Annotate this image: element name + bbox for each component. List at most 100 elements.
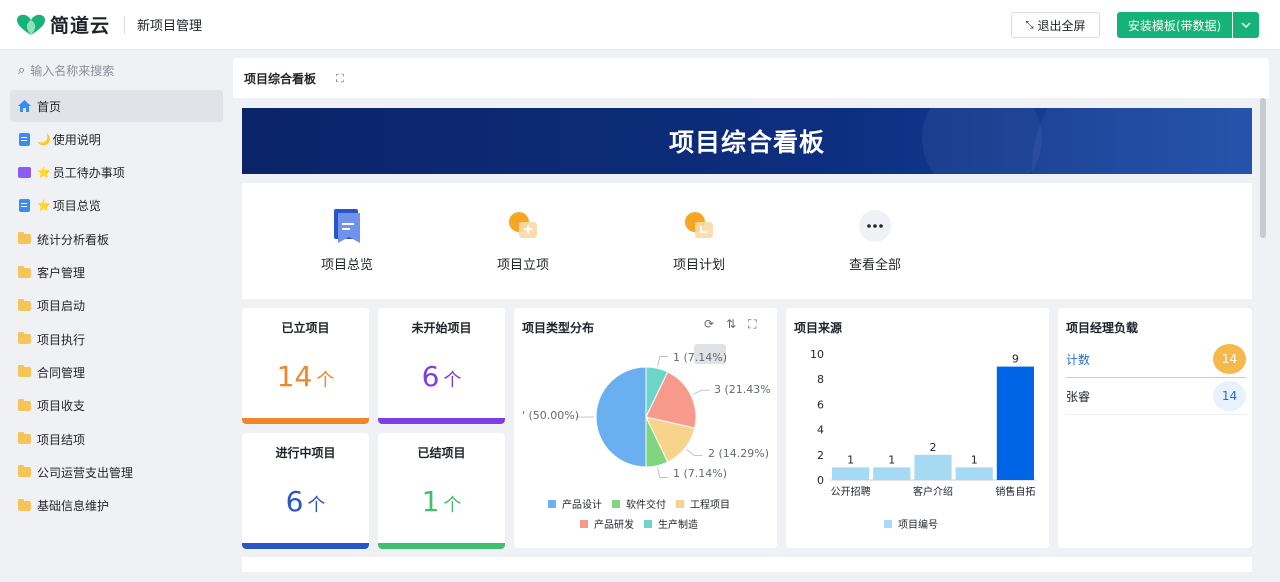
legend-item[interactable]: 软件交付 — [612, 496, 666, 511]
sidebar-item[interactable]: ⭐ 项目总览 — [10, 190, 223, 222]
bar[interactable] — [832, 467, 870, 480]
chevron-down-icon — [1241, 22, 1251, 28]
bar[interactable] — [996, 366, 1034, 480]
sidebar: ⌕ 输入名称来搜索 首页 🌙 使用说明 ⭐ 员工待办事项 ⭐ 项目总览 统计分析看板 客户管理项… — [0, 51, 233, 582]
doc-icon — [17, 132, 31, 146]
sidebar-item[interactable]: 🌙 使用说明 — [10, 123, 223, 155]
fullscreen-icon[interactable]: ⛶ — [336, 72, 344, 86]
shortcut-project-overview[interactable]: 项目总览 — [297, 208, 397, 273]
y-tick-label: 6 — [817, 398, 824, 411]
x-tick-label: 销售自拓 — [995, 485, 1035, 498]
manager-count-badge: 14 — [1213, 381, 1246, 411]
initiation-icon — [505, 208, 541, 244]
stat-card-in-progress[interactable]: 进行中项目 6个 — [242, 433, 369, 549]
dashboard-scrollbar[interactable] — [1260, 98, 1266, 238]
brand-logo[interactable]: 简道云 — [16, 11, 110, 38]
stat-title: 已立项目 — [281, 321, 330, 335]
sidebar-item[interactable]: 客户管理 — [10, 257, 223, 289]
header-divider — [124, 15, 126, 34]
banner-decoration — [1032, 108, 1252, 174]
pie-legend: 产品研发 生产制造 — [580, 516, 708, 531]
legend-item[interactable]: 项目编号 — [884, 516, 938, 531]
y-tick-label: 0 — [817, 474, 824, 487]
sidebar-search[interactable]: ⌕ 输入名称来搜索 — [18, 61, 114, 79]
stat-number: 1 — [421, 485, 440, 518]
pie-label: 3 (21.43% — [714, 383, 771, 396]
shortcut-view-all[interactable]: 查看全部 — [825, 208, 925, 273]
y-tick-label: 4 — [817, 424, 824, 437]
exit-fullscreen-button[interactable]: ⤡ 退出全屏 — [1011, 12, 1100, 38]
legend-item[interactable]: 产品设计 — [548, 496, 602, 511]
stat-title: 进行中项目 — [275, 446, 336, 460]
manager-name: 张睿 — [1066, 389, 1091, 404]
card-title: 项目经理负载 — [1066, 321, 1139, 335]
app-title: 新项目管理 — [137, 19, 203, 34]
legend-item[interactable]: 产品研发 — [580, 516, 634, 531]
plan-icon — [681, 208, 717, 244]
shortcut-project-initiation[interactable]: 项目立项 — [473, 208, 573, 273]
sidebar-item[interactable]: 项目结项 — [10, 423, 223, 455]
legend-label: 产品设计 — [562, 500, 602, 511]
legend-swatch — [644, 519, 652, 528]
install-template-label: 安装模板(带数据) — [1127, 18, 1222, 33]
pie-leader-line — [657, 356, 668, 367]
bar[interactable] — [914, 454, 952, 480]
top-bar: 简道云 新项目管理 ⤡ 退出全屏 安装模板(带数据) — [0, 0, 1280, 50]
sidebar-item[interactable]: 项目启动 — [10, 290, 223, 322]
sidebar-item-label: 项目执行 — [37, 332, 86, 347]
sidebar-item[interactable]: 统计分析看板 — [10, 223, 223, 255]
bar[interactable] — [955, 467, 993, 480]
install-template-dropdown[interactable] — [1233, 12, 1259, 38]
stat-number: 6 — [285, 485, 304, 518]
sidebar-item-label: 项目收支 — [37, 399, 86, 414]
pie-leader-line — [686, 449, 703, 457]
sidebar-item-label: 客户管理 — [37, 266, 86, 280]
sidebar-item-label: 项目总览 — [52, 199, 101, 214]
sidebar-item[interactable]: 项目收支 — [10, 390, 223, 422]
pie-leader-line — [692, 389, 710, 395]
star-icon: ⭐ — [37, 199, 51, 213]
legend-item[interactable]: 生产制造 — [644, 516, 698, 531]
pie-slice[interactable] — [595, 366, 647, 468]
dashboard-panel: 项目综合看板 ⛶ 项目综合看板 项目总览 项目立项 项目计划 查看全部 已立项目… — [233, 58, 1269, 572]
install-template-button[interactable]: 安装模板(带数据) — [1117, 12, 1232, 38]
project-source-chart-card: 项目来源 0 2 4 6 8 10 1 公开招聘 1 2 客户介绍 1 9 销售自拓 项目编号 — [786, 308, 1049, 548]
brand-logo-icon — [17, 14, 45, 35]
bar-legend: 项目编号 — [884, 516, 948, 531]
pie-leader-line — [657, 467, 668, 478]
legend-label: 工程项目 — [690, 500, 730, 511]
shortcut-label: 查看全部 — [848, 258, 901, 273]
collapse-icon: ⤡ — [1025, 19, 1034, 31]
folder-icon — [17, 465, 31, 479]
folder-icon — [17, 398, 31, 413]
sidebar-item[interactable]: 基础信息维护 — [10, 490, 223, 522]
exit-fullscreen-label: 退出全屏 — [1037, 18, 1086, 33]
legend-label: 项目编号 — [898, 520, 938, 531]
manager-row[interactable]: 计数 14 — [1066, 341, 1246, 378]
banner-title: 项目综合看板 — [668, 128, 825, 157]
sidebar-item[interactable]: 首页 — [10, 90, 223, 122]
search-input[interactable]: 输入名称来搜索 — [30, 62, 114, 79]
shortcut-panel: 项目总览 项目立项 项目计划 查看全部 — [242, 183, 1252, 299]
bar[interactable] — [873, 467, 911, 480]
y-tick-label: 8 — [817, 373, 824, 386]
sidebar-item[interactable]: 公司运营支出管理 — [10, 456, 223, 488]
folder-icon — [17, 432, 31, 446]
stat-card-established[interactable]: 已立项目 14 个 — [242, 308, 369, 424]
stat-card-closed[interactable]: 已结项目 1个 — [378, 433, 505, 549]
legend-item[interactable]: 工程项目 — [676, 496, 730, 511]
shortcut-project-plan[interactable]: 项目计划 — [649, 208, 749, 273]
stat-unit: 个 — [443, 495, 462, 516]
sidebar-item[interactable]: 项目执行 — [10, 323, 223, 355]
stat-value: 1个 — [378, 485, 505, 518]
sidebar-item-label: 项目启动 — [37, 299, 86, 314]
legend-swatch — [612, 499, 620, 508]
stat-unit: 个 — [443, 370, 462, 391]
stat-card-not-started[interactable]: 未开始项目 6个 — [378, 308, 505, 424]
moon-icon: 🌙 — [37, 132, 51, 146]
manager-row[interactable]: 张睿 14 — [1066, 378, 1246, 415]
legend-label: 生产制造 — [658, 520, 698, 531]
bar-data-label: 1 — [847, 453, 854, 466]
sidebar-item[interactable]: 合同管理 — [10, 356, 223, 388]
sidebar-item[interactable]: ⭐ 员工待办事项 — [10, 157, 223, 189]
